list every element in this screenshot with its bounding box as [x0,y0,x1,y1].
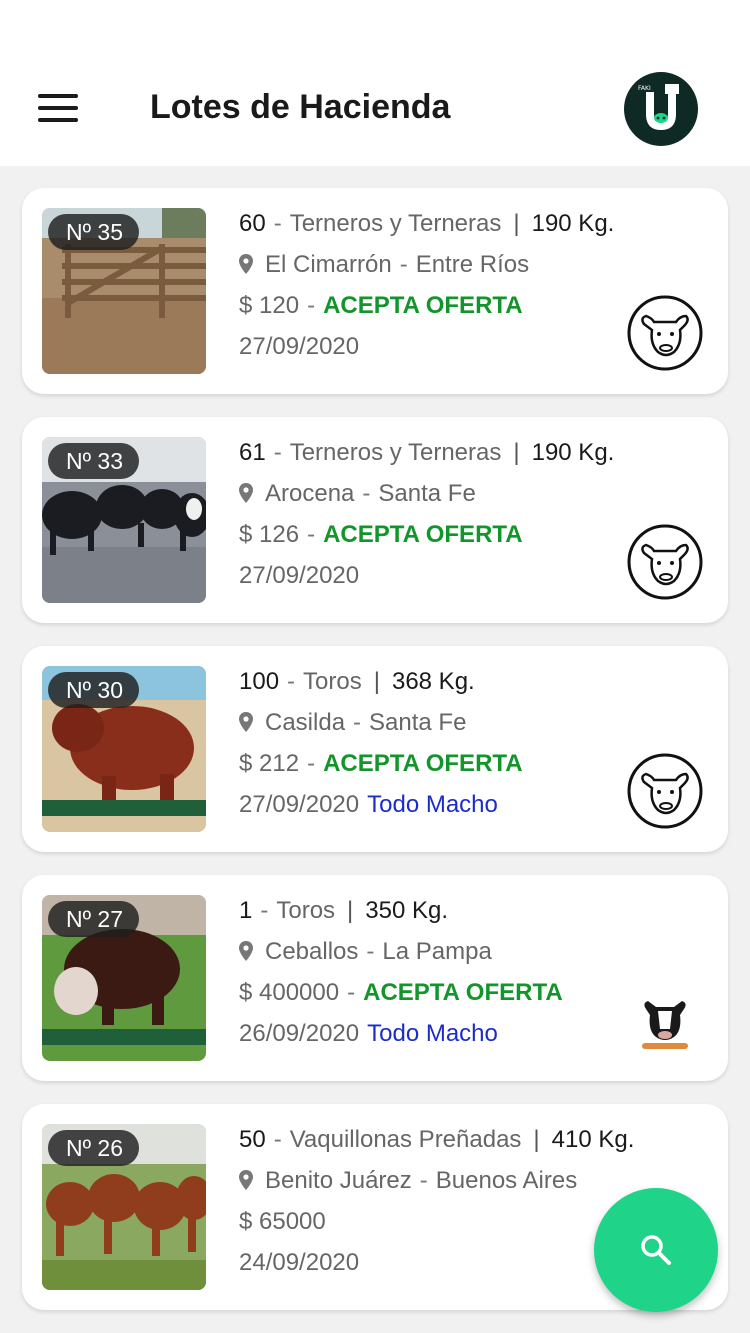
lot-price: $ 126 [239,521,300,548]
lot-weight: 190 Kg. [531,439,615,466]
todo-macho-tag: Todo Macho [367,1020,498,1047]
lot-city: Benito Juárez [265,1167,412,1194]
lot-summary-line: 61- Terneros y Terneras | 190 Kg. [239,439,615,466]
hamburger-menu-icon[interactable] [38,94,78,124]
lot-number-badge: Nº 35 [48,214,139,250]
lot-card[interactable]: Nº 33 61- Terneros y Terneras | 190 Kg. Aro… [22,417,728,623]
lot-province: La Pampa [382,938,492,965]
cow-head-icon [626,523,704,601]
lot-summary-line: 100- Toros | 368 Kg. [239,668,475,695]
lot-location-line: Casilda - Santa Fe [239,705,709,746]
lot-price: $ 120 [239,292,300,319]
lot-province: Santa Fe [378,480,476,507]
lot-quantity: 61 [239,439,266,466]
lot-category: Terneros y Terneras [289,439,502,466]
accepts-offer-label: ACEPTA OFERTA [323,750,523,777]
todo-macho-tag: Todo Macho [367,791,498,818]
lot-summary-line: 50- Vaquillonas Preñadas | 410 Kg. [239,1126,635,1153]
lot-price: $ 400000 [239,979,340,1006]
app-header: Lotes de Hacienda FAKI [0,0,750,166]
lot-price: $ 65000 [239,1208,326,1235]
page-title: Lotes de Hacienda [150,88,451,126]
lot-category: Terneros y Terneras [289,210,502,237]
location-pin-icon [239,941,253,961]
lot-date: 27/09/2020 [239,562,360,589]
search-icon [641,1235,671,1265]
consignee-logo-icon [626,981,704,1059]
lot-province: Entre Ríos [415,251,530,278]
lot-number-badge: Nº 33 [48,443,139,479]
lot-location-line: Arocena - Santa Fe [239,476,709,517]
lot-date: 27/09/2020 [239,791,360,818]
lot-city: Casilda [265,709,346,736]
lot-number-badge: Nº 27 [48,901,139,937]
lot-category: Toros [276,897,336,924]
lot-weight: 190 Kg. [531,210,615,237]
search-button[interactable] [594,1188,718,1312]
lot-photo: Nº 27 [42,895,206,1061]
lot-summary-line: 60- Terneros y Terneras | 190 Kg. [239,210,615,237]
lot-date: 24/09/2020 [239,1249,360,1276]
lot-quantity: 100 [239,668,280,695]
svg-text:FAKI: FAKI [638,85,651,92]
location-pin-icon [239,254,253,274]
accepts-offer-label: ACEPTA OFERTA [363,979,563,1006]
lot-number-badge: Nº 30 [48,672,139,708]
accepts-offer-label: ACEPTA OFERTA [323,292,523,319]
lot-weight: 350 Kg. [365,897,449,924]
lot-category: Toros [303,668,362,695]
lot-photo: Nº 30 [42,666,206,832]
lot-card[interactable]: Nº 35 60- Terneros y Terneras | 190 Kg. El … [22,188,728,394]
lot-date: 27/09/2020 [239,333,360,360]
lot-card[interactable]: Nº 27 1- Toros | 350 Kg. Ceballos - La Pampa … [22,875,728,1081]
lot-location-line: Ceballos - La Pampa [239,934,709,975]
lot-quantity: 50 [239,1126,266,1153]
lot-category: Vaquillonas Preñadas [289,1126,522,1153]
lot-photo: Nº 33 [42,437,206,603]
location-pin-icon [239,1170,253,1190]
lot-summary-line: 1- Toros | 350 Kg. [239,897,449,924]
location-pin-icon [239,483,253,503]
lot-province: Santa Fe [369,709,467,736]
lot-number-badge: Nº 26 [48,1130,139,1166]
lot-photo: Nº 35 [42,208,206,374]
lot-weight: 410 Kg. [551,1126,635,1153]
lot-city: Ceballos [265,938,359,965]
lot-location-line: El Cimarrón - Entre Ríos [239,247,709,288]
lot-quantity: 1 [239,897,253,924]
location-pin-icon [239,712,253,732]
cow-head-icon [626,294,704,372]
lot-city: Arocena [265,480,355,507]
lot-date: 26/09/2020 [239,1020,360,1047]
cow-head-icon [626,752,704,830]
lot-province: Buenos Aires [435,1167,578,1194]
brand-logo-icon[interactable]: FAKI [624,72,698,146]
lot-weight: 368 Kg. [391,668,475,695]
accepts-offer-label: ACEPTA OFERTA [323,521,523,548]
lot-photo: Nº 26 [42,1124,206,1290]
lot-card[interactable]: Nº 30 100- Toros | 368 Kg. Casilda - Santa Fe… [22,646,728,852]
lot-city: El Cimarrón [265,251,392,278]
lot-quantity: 60 [239,210,266,237]
lot-price: $ 212 [239,750,300,777]
